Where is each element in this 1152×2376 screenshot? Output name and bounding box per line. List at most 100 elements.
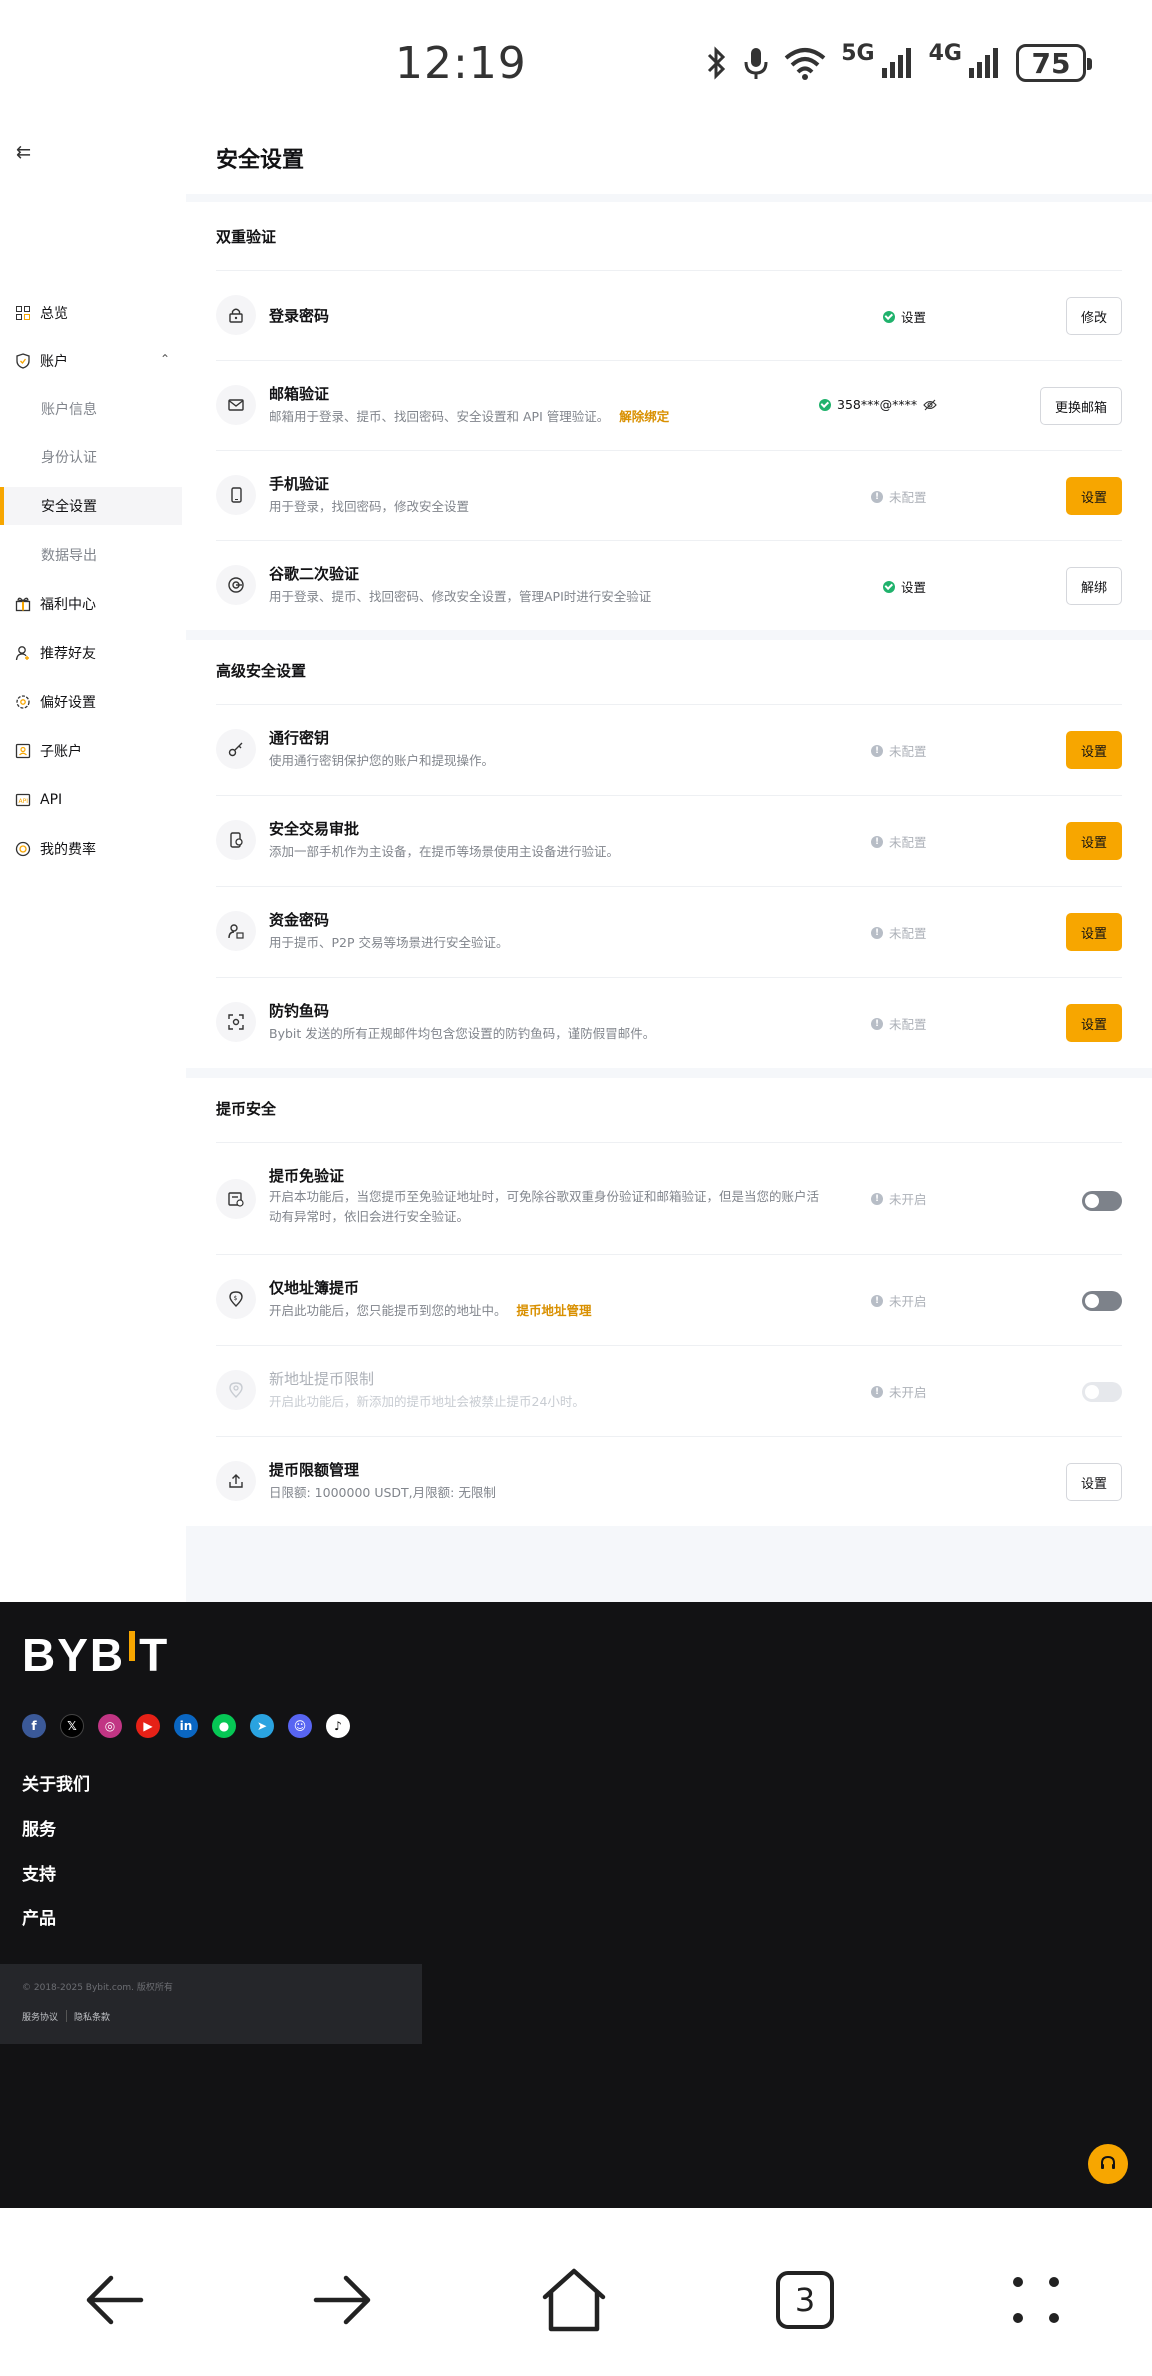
check-circle-icon xyxy=(883,580,895,593)
back-arrow-icon[interactable] xyxy=(74,2260,154,2340)
divider xyxy=(66,2010,67,2022)
fund-password-row: 资金密码 用于提币、P2P 交易等场景进行安全验证。 ! 未配置 设置 xyxy=(216,886,1122,977)
logo-text-left: BYB xyxy=(22,1629,126,1681)
row-description: 开启此功能后，您只能提币到您的地址中。 提币地址管理 xyxy=(269,1301,592,1321)
bybit-logo[interactable]: BYB T xyxy=(22,1628,169,1682)
discord-icon[interactable]: ☺ xyxy=(288,1714,312,1738)
sidebar-item-fees[interactable]: 我的费率 xyxy=(0,830,182,868)
set-approval-button[interactable]: 设置 xyxy=(1066,822,1122,860)
sidebar-item-referral[interactable]: 推荐好友 xyxy=(0,634,182,672)
eye-off-icon[interactable] xyxy=(923,399,937,411)
sidebar-item-preferences[interactable]: 偏好设置 xyxy=(0,683,182,721)
scan-icon xyxy=(216,1002,256,1042)
address-book-only-toggle[interactable] xyxy=(1082,1291,1122,1311)
status-badge: ! 未配置 xyxy=(871,832,927,851)
login-password-row: 登录密码 设置 修改 xyxy=(216,270,1122,360)
status-text: 设置 xyxy=(901,580,927,595)
info-icon: ! xyxy=(871,1017,883,1030)
sidebar-item-rewards[interactable]: 福利中心 xyxy=(0,585,182,623)
address-management-link[interactable]: 提币地址管理 xyxy=(517,1303,592,1318)
row-title: 手机验证 xyxy=(269,475,330,493)
tiktok-icon[interactable]: ♪ xyxy=(326,1714,350,1738)
status-text: 未开启 xyxy=(889,1385,927,1400)
row-description: Bybit 发送的所有正规邮件均包含您设置的防钓鱼码，谨防假冒邮件。 xyxy=(269,1026,656,1041)
sidebar-item-label: API xyxy=(40,792,63,808)
sidebar-sub-identity[interactable]: 身份认证 xyxy=(0,438,182,476)
sidebar-sub-data-export[interactable]: 数据导出 xyxy=(0,536,182,574)
change-email-button[interactable]: 更换邮箱 xyxy=(1039,387,1122,425)
sidebar-item-api[interactable]: API API xyxy=(0,781,182,819)
two-factor-section: 双重验证 登录密码 设置 修改 邮箱验证 邮箱用于登录、提币、找回密码、安全设置… xyxy=(186,202,1152,630)
set-passkey-button[interactable]: 设置 xyxy=(1066,731,1122,769)
unbind-email-link[interactable]: 解除绑定 xyxy=(619,409,669,424)
status-icons: 5G 4G 75 xyxy=(705,41,1092,82)
info-icon: ! xyxy=(871,835,883,848)
status-text: 未开启 xyxy=(889,1192,927,1207)
status-badge: ! 未配置 xyxy=(871,923,927,942)
info-icon: ! xyxy=(871,744,883,757)
row-title: 安全交易审批 xyxy=(269,820,360,838)
modify-password-button[interactable]: 修改 xyxy=(1065,297,1122,335)
row-title: 防钓鱼码 xyxy=(269,1002,330,1020)
set-fund-password-button[interactable]: 设置 xyxy=(1066,913,1122,951)
row-description: 用于登录、提币、找回密码、修改安全设置，管理API时进行安全验证 xyxy=(269,589,652,604)
signal-icon xyxy=(881,48,911,78)
row-title: 谷歌二次验证 xyxy=(269,565,360,583)
set-anti-phishing-button[interactable]: 设置 xyxy=(1066,1004,1122,1042)
sidebar-collapse-icon[interactable]: ⇇ xyxy=(16,142,31,163)
status-badge: ! 未开启 xyxy=(871,1291,927,1310)
youtube-icon[interactable]: ▶ xyxy=(136,1714,160,1738)
sidebar-item-subaccount[interactable]: 子账户 xyxy=(0,732,182,770)
set-phone-button[interactable]: 设置 xyxy=(1066,477,1122,515)
check-circle-icon xyxy=(883,310,895,323)
telegram-icon[interactable]: ➤ xyxy=(250,1714,274,1738)
sidebar: ⇇ 总览 账户 ⌃ 账户信息 身份认证 安全设置 数据导出 福利中心 推荐好友 … xyxy=(0,120,186,1602)
row-description-line-1: 开启本功能后，当您提币至免验证地址时，可免除谷歌双重身份验证和邮箱验证，但是当您… xyxy=(269,1189,820,1204)
phone-icon xyxy=(216,475,256,515)
tabs-button[interactable]: 3 xyxy=(765,2260,845,2340)
linkedin-icon[interactable]: in xyxy=(174,1714,198,1738)
status-text: 未配置 xyxy=(889,835,927,850)
sidebar-sub-security[interactable]: 安全设置 xyxy=(0,487,182,525)
upload-icon xyxy=(216,1461,256,1501)
status-bar: 12:19 5G 4G 75 xyxy=(0,0,1152,120)
row-desc-text: 开启此功能后，您只能提币到您的地址中。 xyxy=(269,1303,507,1318)
sidebar-item-account[interactable]: 账户 ⌃ xyxy=(0,342,182,380)
footer-link-support[interactable]: 支持 xyxy=(22,1860,56,1885)
menu-dots-icon[interactable] xyxy=(996,2260,1076,2340)
instagram-icon[interactable]: ◎ xyxy=(98,1714,122,1738)
chevron-up-icon: ⌃ xyxy=(159,352,170,366)
footer: BYB T f 𝕏 ◎ ▶ in ● ➤ ☺ ♪ 关于我们 服务 支持 产品 © … xyxy=(0,1602,1152,2208)
home-icon[interactable] xyxy=(534,2260,614,2340)
footer-link-about[interactable]: 关于我们 xyxy=(22,1770,90,1795)
user-lock-icon xyxy=(216,911,256,951)
gift-icon xyxy=(15,596,31,612)
facebook-icon[interactable]: f xyxy=(22,1714,46,1738)
row-description: 日限额: 1000000 USDT,月限额: 无限制 xyxy=(269,1485,496,1500)
forward-arrow-icon[interactable] xyxy=(303,2260,383,2340)
line-icon[interactable]: ● xyxy=(212,1714,236,1738)
new-address-limit-row: 新地址提币限制 开启此功能后，新添加的提币地址会被禁止提币24小时。 ! 未开启 xyxy=(216,1345,1122,1436)
row-description-line-2: 动有异常时，依旧会进行安全验证。 xyxy=(269,1209,470,1224)
withdraw-whitelist-toggle[interactable] xyxy=(1082,1191,1122,1211)
new-address-limit-toggle[interactable] xyxy=(1082,1382,1122,1402)
check-circle-icon xyxy=(819,398,831,411)
row-title: 资金密码 xyxy=(269,911,330,929)
x-icon[interactable]: 𝕏 xyxy=(60,1714,84,1738)
withdraw-whitelist-row: 提币免验证 开启本功能后，当您提币至免验证地址时，可免除谷歌双重身份验证和邮箱验… xyxy=(216,1142,1122,1254)
sidebar-sub-account-info[interactable]: 账户信息 xyxy=(0,390,182,428)
clock: 12:19 xyxy=(395,38,527,89)
footer-link-products[interactable]: 产品 xyxy=(22,1904,56,1929)
status-text: 设置 xyxy=(901,310,927,325)
withdraw-limit-settings-button[interactable]: 设置 xyxy=(1065,1463,1122,1501)
unbind-google-button[interactable]: 解绑 xyxy=(1065,567,1122,605)
status-badge: 358***@**** xyxy=(819,397,937,412)
microphone-icon xyxy=(744,48,768,79)
privacy-link[interactable]: 隐私条款 xyxy=(74,2010,110,2023)
support-chat-button[interactable] xyxy=(1088,2144,1128,2184)
row-description: 用于登录，找回密码，修改安全设置 xyxy=(269,499,470,514)
sidebar-item-overview[interactable]: 总览 xyxy=(0,294,182,332)
footer-link-services[interactable]: 服务 xyxy=(22,1815,56,1840)
gear-icon xyxy=(15,694,31,710)
terms-link[interactable]: 服务协议 xyxy=(22,2010,58,2023)
